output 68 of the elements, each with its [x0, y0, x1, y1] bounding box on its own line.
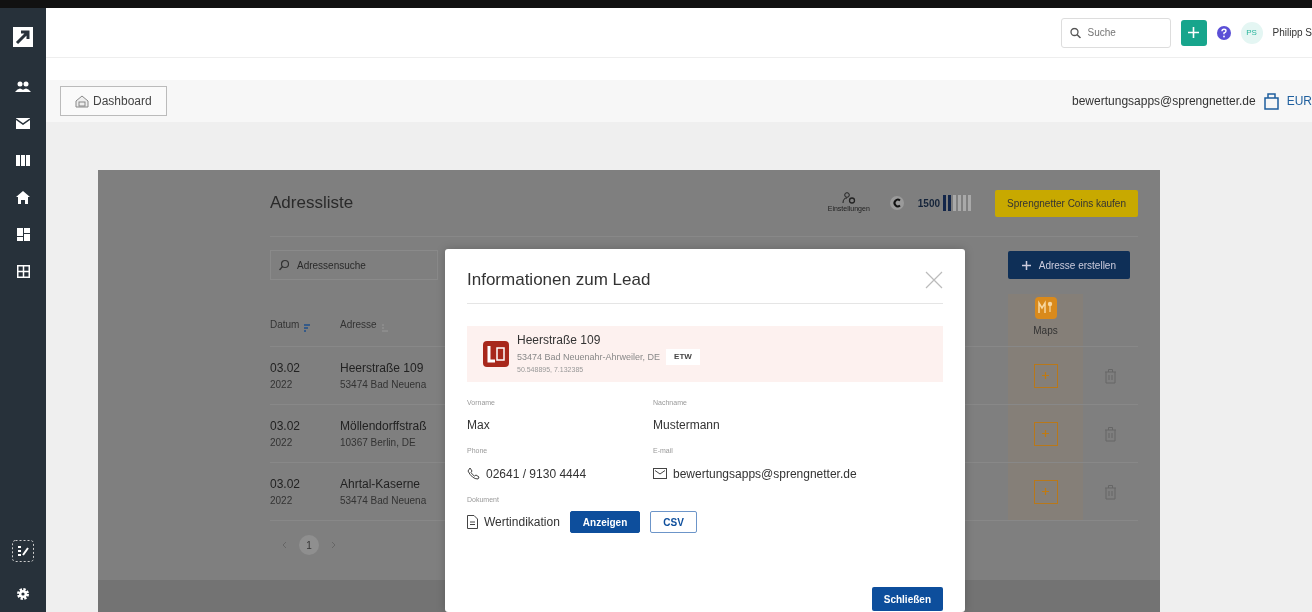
dialog-title: Informationen zum Lead: [467, 269, 651, 291]
edit-list-icon[interactable]: [12, 539, 34, 562]
field-value: Mustermann: [653, 417, 720, 434]
show-button[interactable]: Anzeigen: [569, 511, 641, 533]
page-title: Adressliste: [270, 192, 355, 215]
property-type-tag: ETW: [666, 349, 700, 366]
page-button[interactable]: 1: [299, 535, 319, 555]
date-text: 03.02: [270, 418, 301, 435]
dashboard-icon[interactable]: [16, 228, 30, 241]
field-value: 02641 / 9130 4444: [486, 465, 587, 483]
people-icon[interactable]: [15, 80, 31, 93]
currency-label[interactable]: EUR: [1286, 92, 1312, 110]
city-text: 53474 Bad Neuena: [340, 378, 427, 392]
sort-icon[interactable]: [303, 324, 311, 332]
year-text: 2022: [270, 378, 293, 392]
field-value: bewertungsapps@sprengnetter.de: [673, 465, 857, 483]
grid-icon[interactable]: [16, 265, 30, 278]
property-city: 53474 Bad Neuenahr-Ahrweiler, DE: [517, 350, 661, 364]
date-text: 03.02: [270, 360, 301, 377]
help-icon[interactable]: [1216, 25, 1231, 40]
create-address-button[interactable]: Adresse erstellen: [1007, 251, 1130, 279]
search-field[interactable]: Suche: [1060, 17, 1171, 48]
settings-icon[interactable]: [16, 586, 30, 601]
document-name: Wertindikation: [484, 514, 560, 531]
search-icon: [279, 259, 290, 271]
plus-icon: [1042, 488, 1049, 495]
logo-icon[interactable]: [13, 27, 33, 47]
address-search-field[interactable]: Adressensuche: [270, 250, 438, 280]
columns-icon[interactable]: [16, 155, 30, 166]
buy-coins-button[interactable]: Sprengnetter Coins kaufen: [995, 189, 1138, 217]
street-text: Ahrtal-Kaserne: [340, 476, 421, 493]
column-header: Maps: [1033, 324, 1058, 338]
document-icon: [467, 515, 478, 529]
city-text: 53474 Bad Neuena: [340, 494, 427, 508]
column-header[interactable]: Datum: [270, 317, 300, 332]
date-text: 03.02: [270, 476, 301, 493]
app-logo-icon: [483, 340, 509, 367]
coin-balance: 1500: [917, 196, 941, 211]
property-street: Heerstraße 109: [517, 332, 602, 350]
plus-icon: [1188, 27, 1200, 38]
search-icon: [1069, 27, 1081, 38]
city-text: 10367 Berlin, DE: [340, 436, 416, 450]
mail-icon: [653, 468, 667, 479]
column-header[interactable]: Adresse: [340, 317, 377, 332]
year-text: 2022: [270, 494, 293, 508]
house-icon: [75, 94, 89, 108]
mail-icon[interactable]: [16, 118, 30, 129]
csv-button[interactable]: CSV: [650, 511, 697, 533]
field-value: Max: [467, 417, 490, 434]
user-name[interactable]: Philipp S: [1272, 25, 1312, 40]
person-gear-icon: [841, 191, 856, 204]
close-button[interactable]: [925, 270, 943, 289]
add-button[interactable]: [1180, 19, 1207, 46]
home-icon[interactable]: [16, 191, 30, 204]
street-text: Möllendorffstraß: [340, 418, 427, 435]
dashboard-button[interactable]: Dashboard: [60, 86, 167, 116]
plus-icon: [1042, 430, 1049, 437]
bag-icon: [1263, 92, 1279, 110]
close-dialog-button[interactable]: Schließen: [871, 587, 943, 611]
coin-icon: [889, 196, 904, 210]
maps-app-icon: [1034, 297, 1057, 319]
account-email: bewertungsapps@sprengnetter.de: [1072, 93, 1256, 110]
year-text: 2022: [270, 436, 293, 450]
close-icon: [925, 270, 943, 289]
plus-icon: [1021, 260, 1031, 270]
plus-icon: [1042, 372, 1049, 379]
phone-icon: [467, 467, 480, 480]
street-text: Heerstraße 109: [340, 360, 424, 377]
